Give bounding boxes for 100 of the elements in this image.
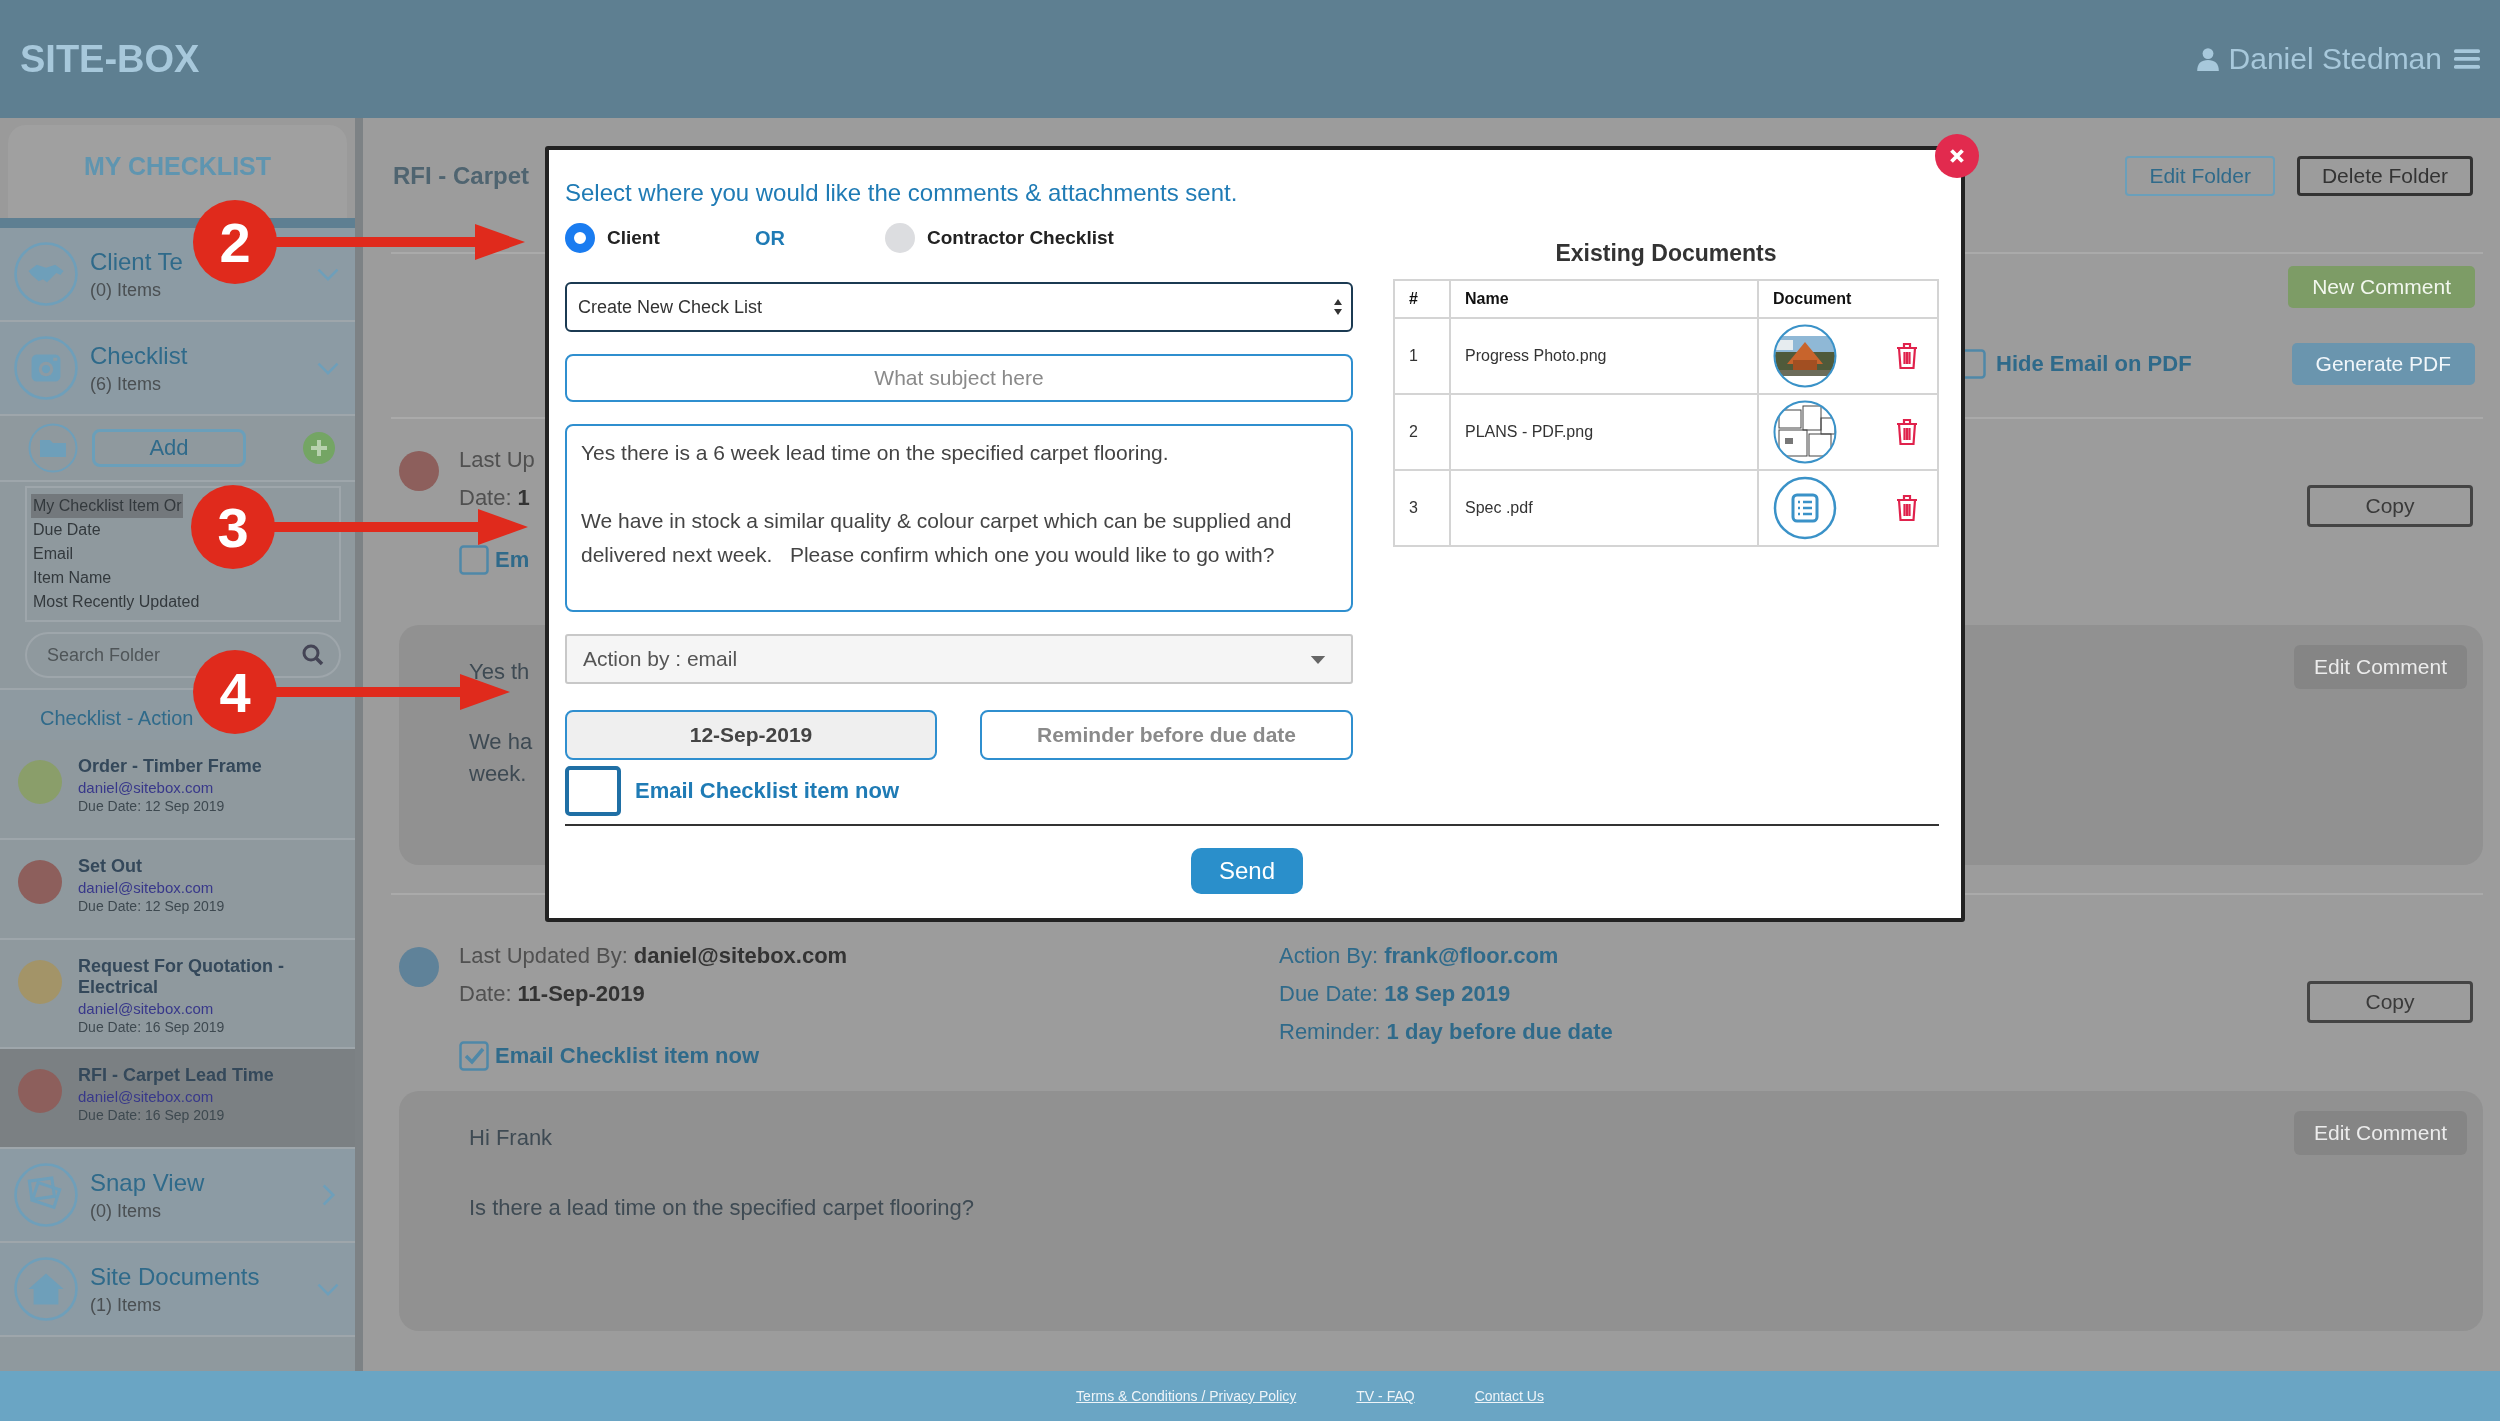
folder-button[interactable]: Delete Folder: [2296, 156, 2473, 196]
table-cell: Spec .pdf: [1450, 470, 1758, 546]
item-count: (0) Items: [90, 1200, 162, 1222]
detail-text: Due Date: 18 Sep 2019: [1279, 981, 1511, 1007]
footer-link[interactable]: Contact Us: [1474, 1388, 1544, 1404]
message-field[interactable]: Yes there is a 6 week lead time on the specified carpet flooring. We have in stock a similar quality & colour carpet which can be supplied and delivered next week. Please confirm which one you would like to go with?: [565, 424, 1353, 612]
date-text: Date: 11-Sep-2019: [459, 981, 645, 1007]
action-item[interactable]: RFI - Carpet Lead Time daniel@sitebox.com Due Date: 16 Sep 2019: [0, 1049, 355, 1149]
radio-button[interactable]: [885, 223, 915, 253]
sort-option[interactable]: Item Name: [31, 566, 114, 590]
edit-comment-button[interactable]: Edit Comment: [2293, 1111, 2467, 1155]
checkbox-label: Hide Email on PDF: [1996, 351, 2192, 377]
footer-link[interactable]: TV - FAQ: [1356, 1388, 1415, 1404]
item-email: daniel@sitebox.com: [78, 1088, 215, 1105]
radio-label: Client: [607, 227, 660, 249]
folder-section[interactable]: Site Documents (1) Items: [0, 1243, 355, 1337]
table-title: Existing Documents: [1554, 240, 1778, 267]
comment-text: Hi Frank: [469, 1125, 553, 1151]
section-title: Site Documents: [90, 1262, 260, 1291]
comment-text: week.: [469, 761, 527, 787]
copy-button[interactable]: Copy: [2307, 485, 2473, 527]
subject-field[interactable]: What subject here: [565, 354, 1353, 402]
table-cell: 3: [1394, 470, 1450, 546]
section-title: Client Te: [90, 247, 183, 276]
item-count: (1) Items: [90, 1294, 162, 1316]
sort-option[interactable]: My Checklist Item Or: [31, 494, 184, 518]
dialog-prompt: Select where you would like the comments & attachments sent.: [565, 178, 1239, 208]
checkbox-label: Email Checklist item now: [495, 1043, 760, 1069]
comment-text: Is there a lead time on the specified carpet flooring?: [469, 1195, 975, 1221]
checkbox-label: Email Checklist item now: [635, 778, 900, 804]
item-title: Request For Quotation - Electrical: [78, 956, 285, 998]
item-count: (6) Items: [90, 373, 162, 395]
column-header: Document: [1758, 280, 1938, 318]
due-date-field[interactable]: 12-Sep-2019: [565, 710, 937, 760]
table-cell: Progress Photo.png: [1450, 318, 1758, 394]
action-item[interactable]: Order - Timber Frame daniel@sitebox.com Due Date: 12 Sep 2019: [0, 740, 355, 840]
folder-section[interactable]: Checklist (6) Items: [0, 322, 355, 416]
search-icon[interactable]: [301, 643, 325, 667]
section-title: Snap View: [90, 1168, 205, 1197]
checklist-dropdown[interactable]: Create New Check List: [565, 282, 1353, 332]
detail-text: Action By: frank@floor.com: [1279, 943, 1559, 969]
radio-button[interactable]: [565, 223, 595, 253]
checkbox-label: Em: [495, 547, 530, 573]
action-item[interactable]: Set Out daniel@sitebox.com Due Date: 12 Sep 2019: [0, 840, 355, 940]
handshake-icon: [14, 242, 78, 306]
house-icon: [14, 1257, 78, 1321]
user-name[interactable]: Daniel Stedman: [2228, 42, 2442, 76]
trash-icon[interactable]: [1895, 494, 1919, 522]
item-due-date: Due Date: 12 Sep 2019: [78, 798, 226, 814]
item-count: (0) Items: [90, 279, 162, 301]
new-comment-button[interactable]: New Comment: [2288, 266, 2475, 308]
item-due-date: Due Date: 16 Sep 2019: [78, 1107, 226, 1123]
sort-option[interactable]: Due Date: [31, 518, 103, 542]
reminder-field[interactable]: Reminder before due date: [980, 710, 1353, 760]
comment-text: We ha: [469, 729, 533, 755]
or-label: OR: [755, 226, 786, 250]
item-title: Set Out: [78, 856, 143, 877]
updated-by-text: Last Updated By: daniel@sitebox.com: [459, 943, 848, 969]
edit-comment-button[interactable]: Edit Comment: [2293, 645, 2467, 689]
page-title: RFI - Carpet: [393, 162, 529, 190]
table-cell: 2: [1394, 394, 1450, 470]
item-title: RFI - Carpet Lead Time: [78, 1065, 274, 1086]
date-text: Date: 1: [459, 485, 530, 511]
item-title: Order - Timber Frame: [78, 756, 262, 777]
radio-label: Contractor Checklist: [927, 227, 1114, 249]
sort-option[interactable]: Email: [31, 542, 75, 566]
footer-link[interactable]: Terms & Conditions / Privacy Policy: [1076, 1388, 1297, 1404]
checkbox[interactable]: [565, 766, 621, 816]
folder-button[interactable]: Edit Folder: [2125, 156, 2275, 196]
send-button[interactable]: Send: [1190, 848, 1304, 894]
add-icon[interactable]: [303, 432, 335, 464]
close-button[interactable]: [1935, 134, 1979, 178]
user-icon[interactable]: [2194, 45, 2221, 73]
item-email: daniel@sitebox.com: [78, 779, 215, 796]
table-cell: 1: [1394, 318, 1450, 394]
item-email: daniel@sitebox.com: [78, 879, 215, 896]
folder-section[interactable]: Snap View (0) Items: [0, 1149, 355, 1243]
checkbox[interactable]: [459, 545, 489, 575]
caret-icon: [1309, 653, 1327, 665]
trash-icon[interactable]: [1895, 418, 1919, 446]
table-cell: PLANS - PDF.png: [1450, 394, 1758, 470]
item-due-date: Due Date: 16 Sep 2019: [78, 1019, 226, 1035]
photos-icon: [14, 1163, 78, 1227]
menu-icon[interactable]: [2454, 48, 2480, 70]
copy-button[interactable]: Copy: [2307, 981, 2473, 1023]
item-due-date: Due Date: 12 Sep 2019: [78, 898, 225, 914]
comment-text: Yes th: [469, 659, 530, 685]
trash-icon[interactable]: [1895, 342, 1919, 370]
checkbox[interactable]: [459, 1041, 489, 1071]
add-button[interactable]: Add: [92, 429, 246, 467]
generate-pdf-button[interactable]: Generate PDF: [2291, 343, 2475, 385]
logo: SITE-BOX: [20, 37, 200, 81]
item-email: daniel@sitebox.com: [78, 1000, 215, 1017]
sort-option[interactable]: Most Recently Updated: [31, 590, 202, 614]
stepper-icon: [1333, 297, 1343, 317]
camera-icon: [14, 336, 78, 400]
updated-by-text: Last Up: [459, 447, 535, 473]
document-icon[interactable]: [1773, 476, 1837, 540]
action-dropdown[interactable]: Action by : email: [565, 634, 1353, 684]
detail-text: Reminder: 1 day before due date: [1279, 1019, 1613, 1045]
